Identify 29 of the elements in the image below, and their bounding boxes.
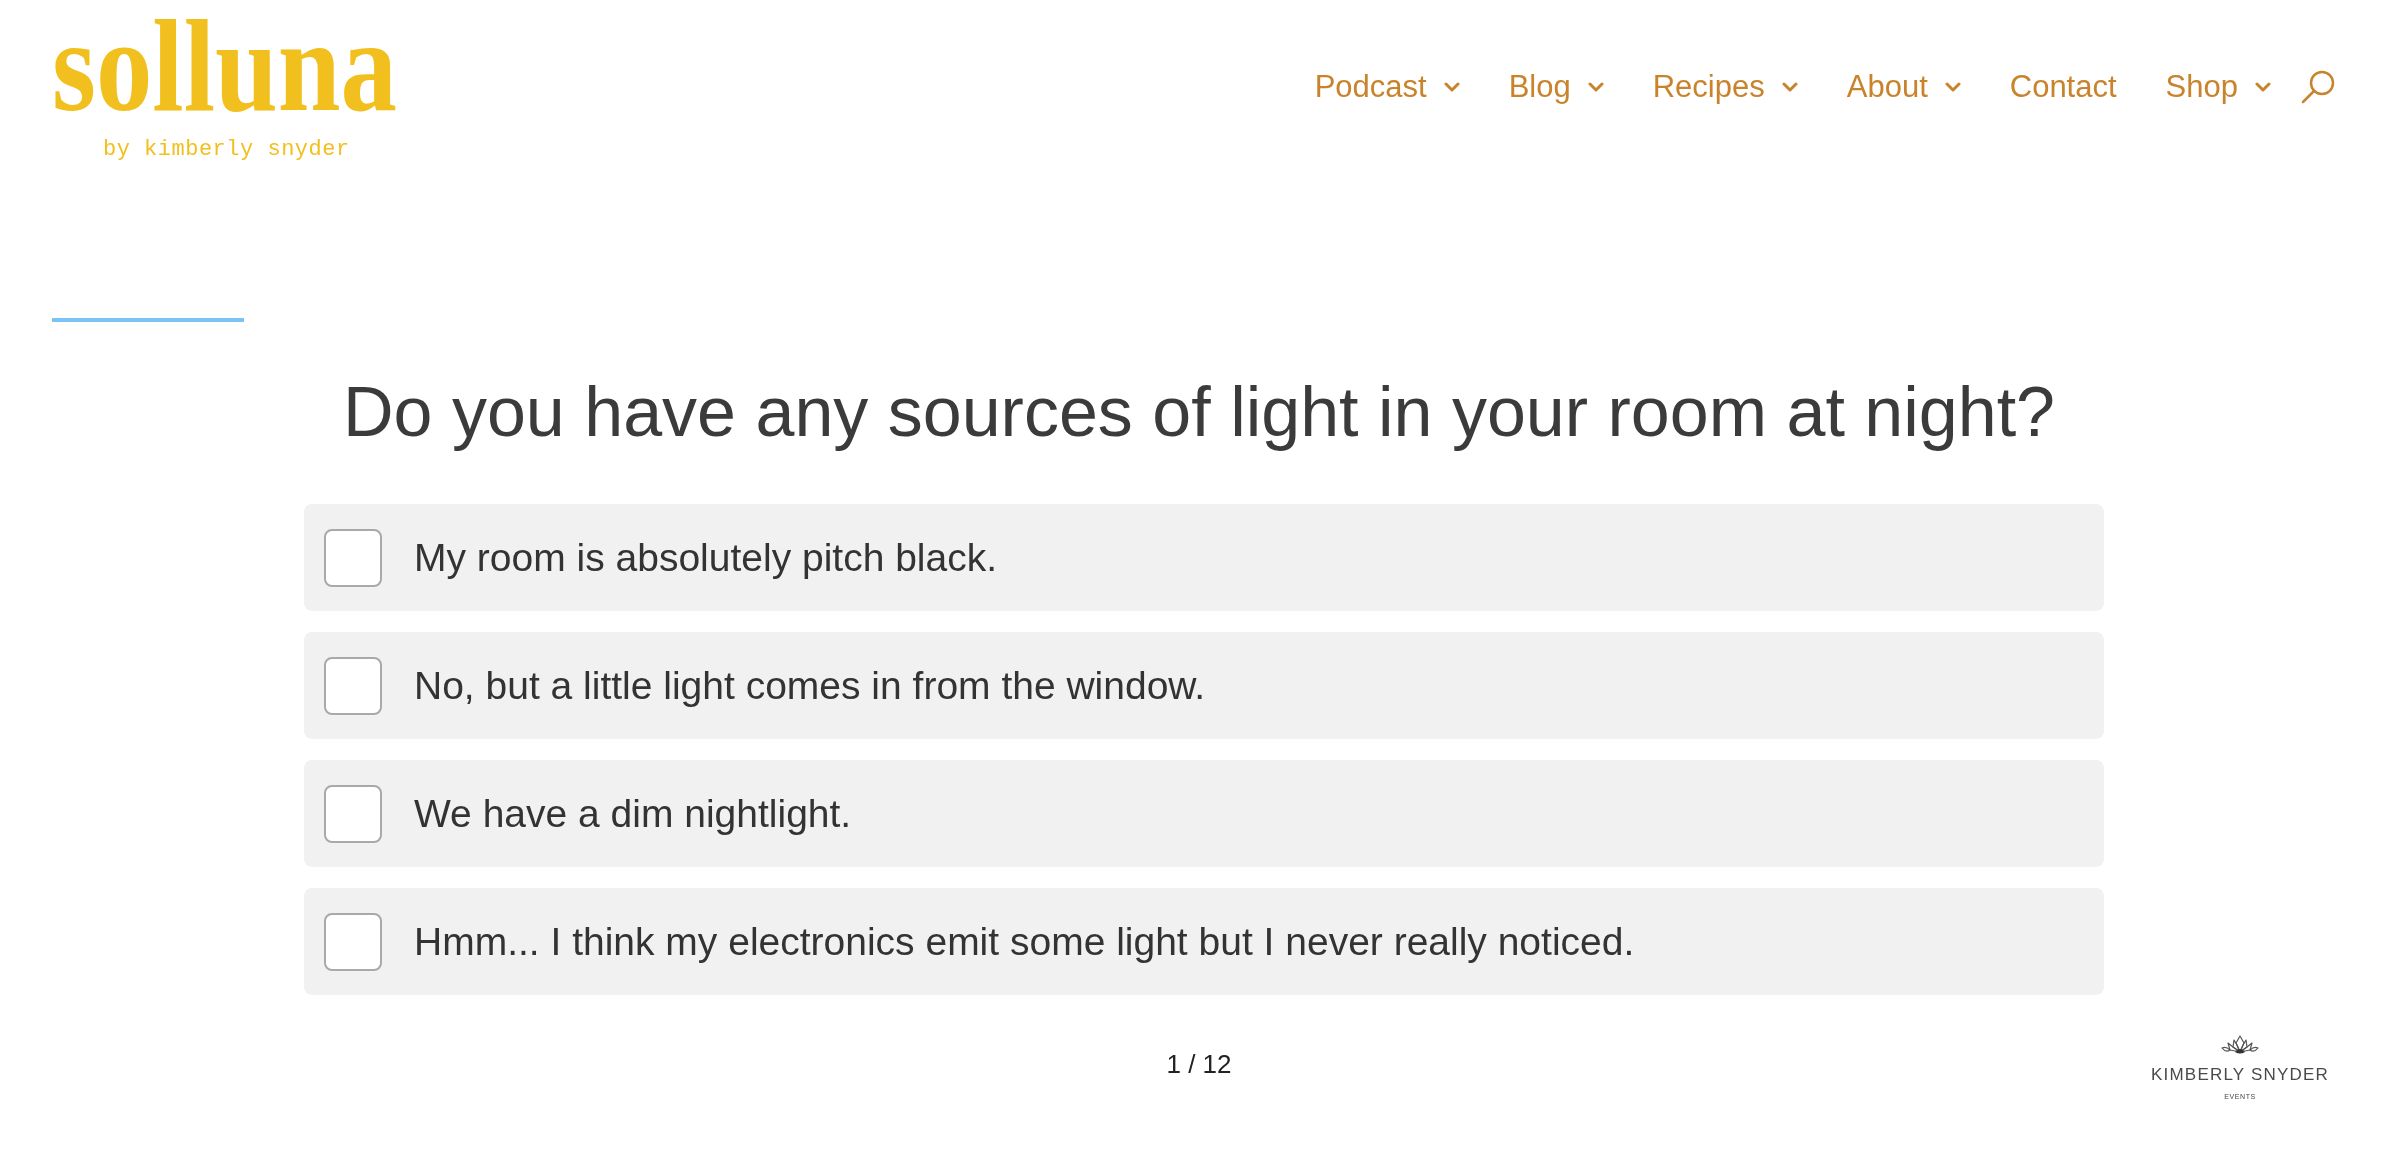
answer-option[interactable]: We have a dim nightlight. [304, 760, 2104, 867]
nav-menu-item[interactable]: About [1846, 68, 1961, 106]
checkbox[interactable] [324, 784, 382, 843]
chevron-down-icon [2255, 81, 2271, 92]
nav-menu-item[interactable]: Podcast [1314, 68, 1460, 106]
quiz-question: Do you have any sources of light in your room at night? [341, 372, 2057, 453]
nav-link[interactable]: Contact [2009, 68, 2117, 106]
question-counter: 1 / 12 [1166, 1048, 1232, 1081]
checkbox[interactable] [324, 656, 382, 715]
answer-option[interactable]: Hmm... I think my electronics emit some light but I never really noticed. [304, 888, 2104, 995]
badge-name: KIMBERLY SNYDER [2151, 1066, 2329, 1085]
nav-menu-item[interactable]: Blog [1508, 68, 1604, 106]
checkbox[interactable] [324, 912, 382, 971]
answer-label: Hmm... I think my electronics emit some light but I never really noticed. [414, 919, 1635, 964]
logo-wordmark[interactable]: solluna [52, 0, 398, 132]
answer-label: No, but a little light comes in from the window. [414, 663, 1206, 708]
checkbox[interactable] [324, 528, 382, 587]
answer-option[interactable]: My room is absolutely pitch black. [304, 504, 2104, 611]
chevron-down-icon [1443, 81, 1460, 92]
answer-option[interactable]: No, but a little light comes in from the window. [304, 632, 2104, 739]
logo-tagline: by kimberly snyder [103, 137, 350, 164]
nav-menu-item[interactable]: Recipes [1652, 68, 1798, 106]
answer-label: We have a dim nightlight. [414, 791, 852, 836]
search-icon[interactable] [2300, 68, 2336, 105]
chevron-down-icon [1944, 81, 1961, 92]
chevron-down-icon [1587, 81, 1604, 92]
nav-menu-item[interactable]: Shop [2165, 68, 2271, 106]
answer-label: My room is absolutely pitch black. [414, 535, 998, 580]
chevron-down-icon [1781, 81, 1798, 92]
